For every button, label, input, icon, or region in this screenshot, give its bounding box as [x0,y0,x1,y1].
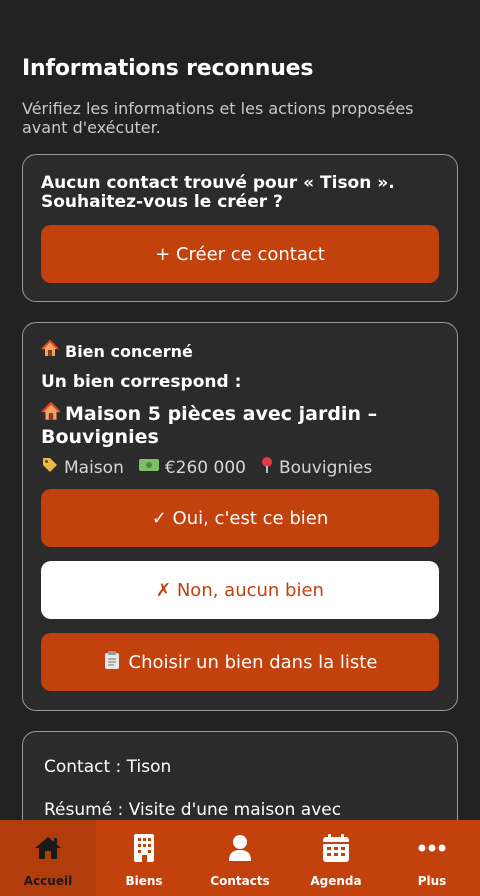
property-card: Bien concerné Un bien correspond : Maiso… [22,322,458,711]
property-price: €260 000 [138,457,246,478]
building-icon [128,832,160,864]
summary-line: Résumé : Visite d'une maison avec [44,800,342,820]
nav-label-agenda: Agenda [310,874,362,888]
nav-label-contacts: Contacts [210,874,270,888]
contact-card: Aucun contact trouvé pour « Tison ». Sou… [22,154,458,302]
pin-icon [260,456,274,479]
tag-icon [41,456,59,479]
nav-item-contacts[interactable]: Contacts [192,820,288,896]
summary-card: Contact : Tison Résumé : Visite d'une ma… [22,731,458,820]
nav-label-biens: Biens [125,874,163,888]
property-type: Maison [41,456,124,479]
more-icon [416,832,448,864]
confirm-property-button[interactable]: ✓ Oui, c'est ce bien [41,489,439,547]
property-meta: Maison €260 000 Bouvignies [41,456,451,479]
page-subtitle: Vérifiez les informations et les actions… [22,99,414,137]
calendar-icon [320,832,352,864]
property-title: Maison 5 pièces avec jardin – Bouvignies [41,401,441,448]
property-type-text: Maison [64,457,124,478]
property-location-text: Bouvignies [278,457,373,478]
house-icon [41,339,59,362]
nav-label-accueil: Accueil [23,874,73,888]
property-price-text: €260 000 [164,457,246,478]
property-location: Bouvignies [260,456,372,479]
bottom-nav: Accueil Biens Contacts Agenda Plus [0,820,480,896]
match-label: Un bien correspond : [41,372,242,392]
section-label-text: Bien concerné [65,341,193,361]
property-title-text: Maison 5 pièces avec jardin – Bouvignies [41,403,378,448]
page-title: Informations reconnues [22,56,314,81]
user-icon [224,832,256,864]
choose-property-label: Choisir un bien dans la liste [128,651,378,673]
property-section-label: Bien concerné [41,339,193,362]
money-icon [138,457,160,478]
clipboard-icon [103,650,121,675]
home-icon [32,832,64,864]
nav-label-plus: Plus [417,874,447,888]
reject-property-button[interactable]: ✗ Non, aucun bien [41,561,439,619]
main-content: Informations reconnues Vérifiez les info… [0,0,480,820]
choose-property-button[interactable]: Choisir un bien dans la liste [41,633,439,691]
nav-item-agenda[interactable]: Agenda [288,820,384,896]
nav-item-plus[interactable]: Plus [384,820,480,896]
nav-item-biens[interactable]: Biens [96,820,192,896]
contact-line: Contact : Tison [44,757,172,777]
nav-item-accueil[interactable]: Accueil [0,820,96,896]
create-contact-button[interactable]: + Créer ce contact [41,225,439,283]
contact-question: Aucun contact trouvé pour « Tison ». Sou… [41,173,395,212]
house-icon [41,401,61,427]
